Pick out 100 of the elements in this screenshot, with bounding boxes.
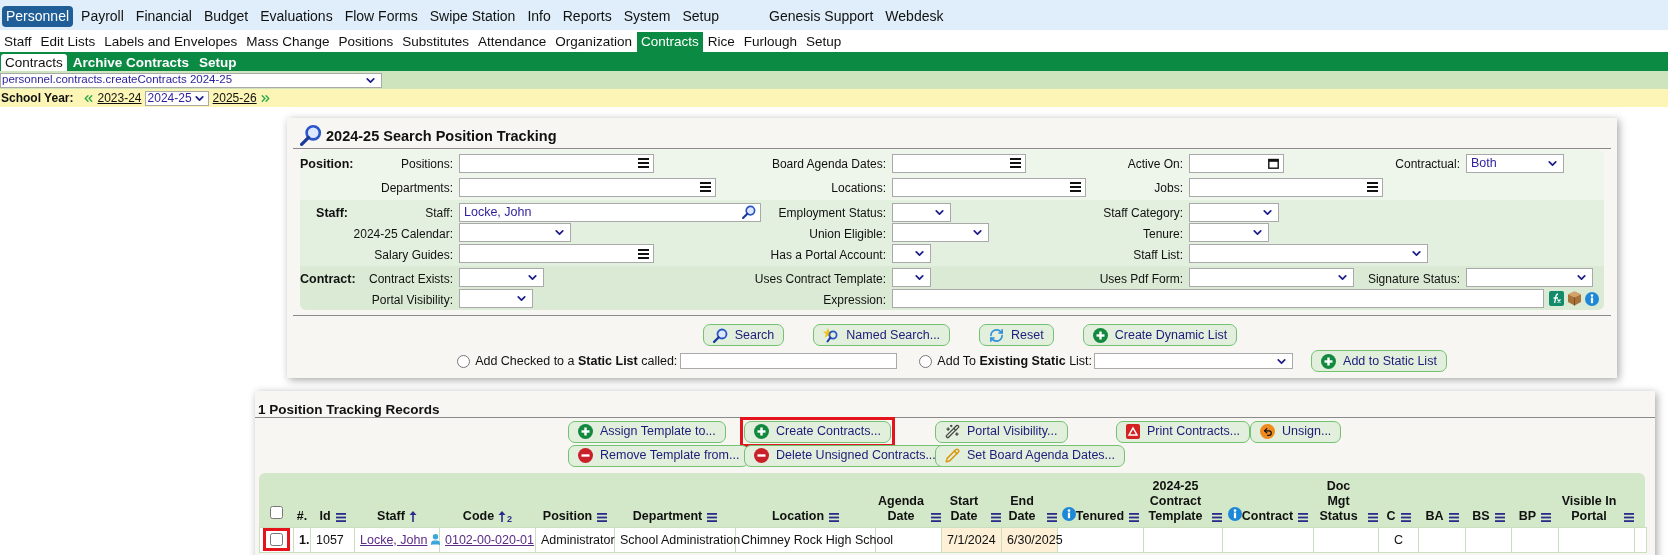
menu-item[interactable]: Flow Forms (340, 6, 422, 27)
list-icon[interactable] (638, 248, 649, 259)
filter-icon[interactable] (990, 513, 1001, 522)
column-header[interactable]: Position (542, 509, 593, 524)
submenu-item[interactable]: Positions (334, 31, 398, 52)
sort-up-icon[interactable] (408, 511, 417, 522)
menu-item[interactable]: Reports (558, 6, 616, 27)
submenu-item[interactable]: Attendance (474, 31, 551, 52)
filter-icon[interactable] (335, 513, 346, 522)
select-all-checkbox[interactable] (270, 506, 283, 520)
menu-item[interactable]: Swipe Station (425, 6, 520, 27)
menu-item[interactable]: Info (523, 6, 555, 27)
menu-item[interactable]: Webdesk (881, 6, 948, 27)
action-button[interactable]: Named Search... (813, 324, 951, 346)
column-header[interactable]: Code (462, 509, 495, 524)
column-header[interactable]: BP (1518, 509, 1537, 524)
text-field[interactable] (892, 289, 1544, 308)
action-button[interactable]: Portal Visibility... (935, 420, 1068, 443)
submenu-item[interactable]: Substitutes (398, 31, 474, 52)
filter-icon[interactable] (930, 513, 941, 522)
list-icon[interactable] (1367, 182, 1378, 192)
column-header[interactable]: Start Date (942, 494, 986, 524)
menu-item[interactable]: Genesis Support (765, 6, 878, 27)
submenu-item[interactable]: Setup (802, 31, 846, 52)
list-field[interactable] (459, 177, 716, 197)
column-header[interactable]: Doc Mgt Status (1314, 479, 1363, 524)
date-field[interactable] (1189, 153, 1284, 173)
column-header[interactable]: C (1386, 509, 1396, 524)
search-field[interactable]: Locke, John (459, 202, 761, 222)
filter-icon[interactable] (829, 513, 840, 522)
column-header[interactable]: Id (319, 509, 331, 524)
year-link[interactable]: 2023-24 (97, 89, 142, 107)
sort-up-icon[interactable] (498, 511, 507, 522)
list-field[interactable] (892, 177, 1086, 197)
filter-icon[interactable] (1367, 513, 1378, 522)
menu-item[interactable]: Payroll (77, 6, 128, 27)
list-icon[interactable] (700, 182, 711, 192)
list-icon[interactable] (1010, 158, 1021, 168)
list-icon[interactable] (638, 158, 649, 168)
action-button[interactable]: Reset (979, 324, 1054, 346)
column-header[interactable]: Staff (377, 509, 405, 524)
column-header[interactable]: Agenda Date (876, 494, 926, 524)
menu-item[interactable]: Evaluations (256, 6, 337, 27)
filter-icon[interactable] (1448, 513, 1459, 522)
filter-icon[interactable] (1046, 513, 1057, 522)
info-icon[interactable] (1585, 291, 1599, 306)
column-header[interactable]: 2024-25 Contract Template (1144, 479, 1207, 524)
column-header[interactable]: Visible In Portal (1559, 494, 1619, 524)
column-header[interactable]: BA (1425, 509, 1444, 524)
filter-icon[interactable] (1211, 513, 1222, 522)
list-icon[interactable] (1070, 182, 1081, 192)
info-icon[interactable] (1227, 507, 1242, 521)
list-field[interactable] (459, 244, 654, 263)
row-checkbox[interactable] (269, 533, 283, 546)
menu-item[interactable]: Setup (678, 6, 724, 27)
column-header[interactable]: #. (296, 509, 308, 524)
filter-icon[interactable] (1623, 513, 1634, 522)
action-button[interactable]: Assign Template to... (568, 420, 726, 443)
package-icon[interactable] (1567, 291, 1582, 306)
text-field[interactable] (680, 353, 898, 369)
tab[interactable]: Setup (195, 54, 241, 71)
filter-icon[interactable] (1129, 513, 1140, 522)
list-field[interactable] (459, 153, 654, 173)
action-button[interactable]: Create Contracts... (744, 420, 891, 443)
report-dropdown[interactable]: personnel.contracts.createContracts 2024-25 (0, 72, 382, 88)
radio-button[interactable] (457, 354, 471, 368)
tab[interactable]: Contracts (1, 54, 67, 71)
column-header[interactable]: BS (1472, 509, 1490, 524)
menu-item[interactable]: System (619, 6, 675, 27)
menu-item[interactable]: Financial (131, 6, 196, 27)
year-link[interactable]: 2025-26 (212, 89, 257, 107)
submenu-item[interactable]: Contracts (636, 31, 703, 52)
filter-icon[interactable] (1541, 513, 1552, 522)
filter-icon[interactable] (597, 513, 608, 522)
submenu-item[interactable]: Staff (0, 31, 36, 52)
submenu-item[interactable]: Mass Change (242, 31, 334, 52)
filter-icon[interactable] (707, 513, 718, 522)
column-header[interactable]: Location (771, 509, 825, 524)
calendar-icon[interactable] (1268, 157, 1279, 169)
action-button[interactable]: Search (702, 324, 785, 346)
submenu-item[interactable]: Labels and Envelopes (100, 31, 242, 52)
add-button[interactable]: Add to Static List (1311, 350, 1447, 372)
radio-button[interactable] (919, 354, 933, 368)
submenu-item[interactable]: Organization (551, 31, 636, 52)
function-icon[interactable] (1549, 291, 1564, 306)
info-icon[interactable] (1061, 507, 1076, 521)
column-header[interactable]: End Date (1002, 494, 1042, 524)
filter-icon[interactable] (1400, 513, 1411, 522)
submenu-item[interactable]: Furlough (739, 31, 801, 52)
menu-item[interactable]: Personnel (2, 6, 74, 27)
list-field[interactable] (892, 153, 1026, 173)
action-button[interactable]: Print Contracts... (1116, 420, 1251, 443)
submenu-item[interactable]: Edit Lists (36, 31, 100, 52)
submenu-item[interactable]: Rice (703, 31, 739, 52)
filter-icon[interactable] (1494, 513, 1505, 522)
column-header[interactable]: Tenured (1075, 509, 1125, 524)
column-header[interactable]: Contract (1241, 509, 1294, 524)
year-dropdown[interactable]: 2024-25 (144, 90, 209, 106)
dropdown[interactable]: Both (1466, 153, 1564, 173)
action-button[interactable]: Set Board Agenda Dates... (935, 444, 1126, 467)
